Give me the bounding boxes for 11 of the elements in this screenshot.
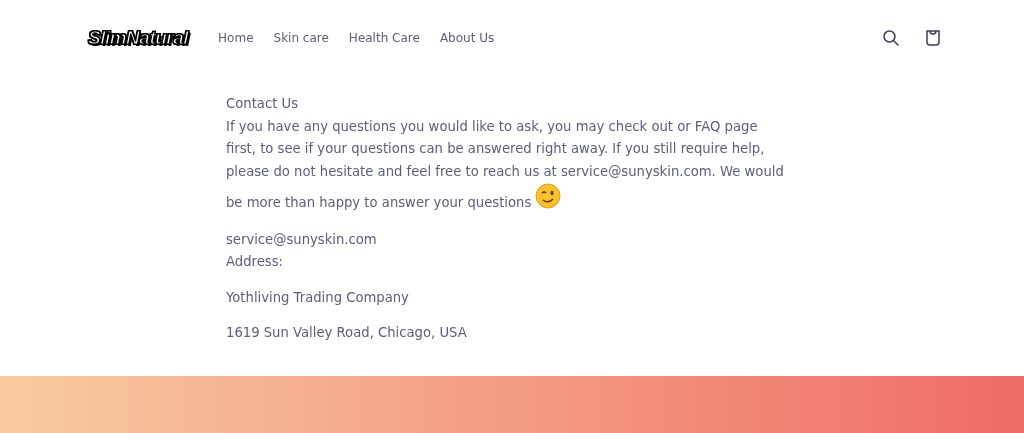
nav-link[interactable]: About Us [432,24,502,51]
logo[interactable]: SlimNatural [88,26,189,49]
street-address: 1619 Sun Valley Road, Chicago, USA [226,324,468,342]
email-text: service@sunyskin.com [226,230,378,249]
address-label: Address: [226,253,284,271]
nav-link[interactable]: Home [211,24,261,51]
winking-face-icon [535,183,562,209]
company-name: Yothliving Trading Company [226,288,410,307]
nav-link[interactable]: Skin care [266,24,336,51]
contact-title: Contact Us [226,95,300,113]
nav-link[interactable]: Health Care [341,24,427,51]
